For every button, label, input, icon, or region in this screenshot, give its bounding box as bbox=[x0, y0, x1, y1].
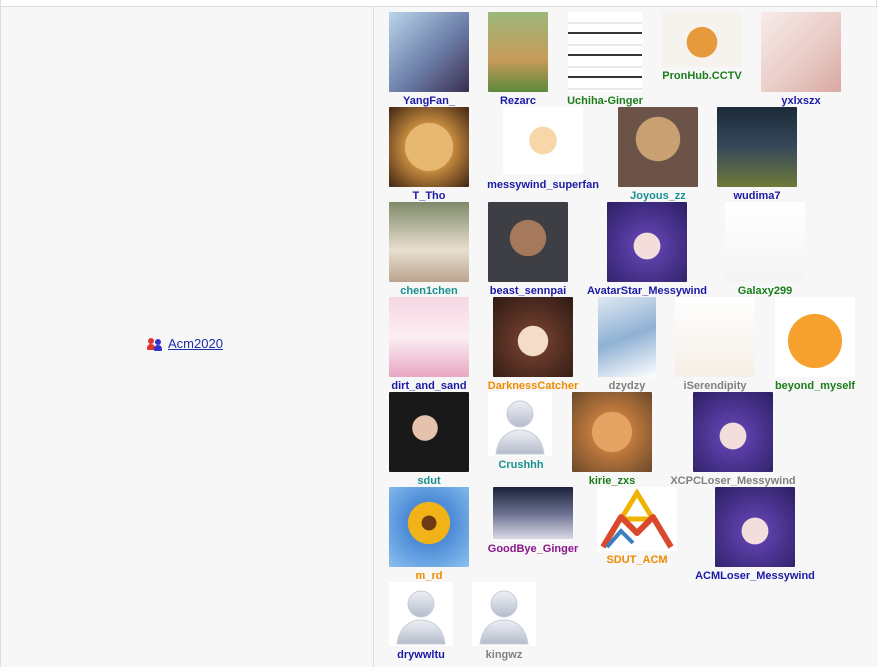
default-user-avatar[interactable] bbox=[472, 582, 536, 646]
member-name-link[interactable]: yxlxszx bbox=[781, 95, 820, 107]
member-name-link[interactable]: SDUT_ACM bbox=[606, 554, 667, 566]
purple-hair-anime-avatar[interactable] bbox=[693, 392, 773, 472]
victini-avatar[interactable] bbox=[503, 107, 583, 174]
member-name-link[interactable]: AvatarStar_Messywind bbox=[587, 285, 707, 297]
member-name-link[interactable]: dzydzy bbox=[609, 380, 646, 392]
member-name-link[interactable]: Galaxy299 bbox=[738, 285, 792, 297]
member-name-link[interactable]: drywwltu bbox=[397, 649, 445, 661]
member-name-link[interactable]: YangFan_ bbox=[403, 95, 455, 107]
member-name-link[interactable]: beast_sennpai bbox=[490, 285, 566, 297]
white-hair-anime-avatar[interactable] bbox=[389, 297, 469, 377]
purple-hair-anime-avatar[interactable] bbox=[607, 202, 687, 282]
member-name-link[interactable]: ACMLoser_Messywind bbox=[695, 570, 815, 582]
orange-cat-avatar[interactable] bbox=[662, 12, 742, 67]
girl-photo-avatar[interactable] bbox=[389, 202, 469, 282]
member-name-link[interactable]: wudima7 bbox=[733, 190, 780, 202]
bear-hat-cat-avatar[interactable] bbox=[618, 107, 698, 187]
member-name-link[interactable]: Uchiha-Ginger bbox=[567, 95, 643, 107]
member-name-link[interactable]: T_Tho bbox=[413, 190, 446, 202]
member-name-link[interactable]: messywind_superfan bbox=[487, 179, 599, 191]
doge-avatar[interactable] bbox=[775, 297, 855, 377]
screenshot-collage-avatar[interactable] bbox=[568, 12, 642, 92]
member-name-link[interactable]: Crushhh bbox=[498, 459, 543, 471]
member-name-link[interactable]: iSerendipity bbox=[684, 380, 747, 392]
member-name-link[interactable]: sdut bbox=[417, 475, 440, 487]
sdut-acm-logo[interactable] bbox=[597, 487, 677, 551]
member-name-link[interactable]: dirt_and_sand bbox=[391, 380, 466, 392]
line-art-avatar[interactable] bbox=[675, 297, 755, 377]
member-name-link[interactable]: beyond_myself bbox=[775, 380, 855, 392]
calligraphy-avatar[interactable] bbox=[725, 202, 805, 282]
man-photo-avatar[interactable] bbox=[488, 202, 568, 282]
woman-photo-avatar[interactable] bbox=[389, 392, 469, 472]
member-name-link[interactable]: kingwz bbox=[486, 649, 523, 661]
member-name-link[interactable]: Rezarc bbox=[500, 95, 536, 107]
member-name-link[interactable]: chen1chen bbox=[400, 285, 457, 297]
anime-swordsman-avatar[interactable] bbox=[717, 107, 797, 187]
team-people-icon bbox=[147, 337, 163, 351]
member-name-link[interactable]: XCPCLoser_Messywind bbox=[670, 475, 795, 487]
anime-sketch-avatar[interactable] bbox=[598, 297, 656, 377]
member-name-link[interactable]: m_rd bbox=[416, 570, 443, 582]
member-name-link[interactable]: Joyous_zz bbox=[630, 190, 686, 202]
brown-hair-anime-avatar[interactable] bbox=[493, 297, 573, 377]
purple-hair-anime-avatar[interactable] bbox=[715, 487, 795, 567]
member-name-link[interactable]: DarknessCatcher bbox=[488, 380, 579, 392]
default-user-avatar[interactable] bbox=[389, 582, 453, 646]
sketch-boy-avatar[interactable] bbox=[761, 12, 841, 92]
anime-boy-avatar[interactable] bbox=[389, 12, 469, 92]
team-name-link[interactable]: Acm2020 bbox=[168, 336, 223, 351]
member-name-link[interactable]: GoodBye_Ginger bbox=[488, 543, 578, 555]
puppy-avatar[interactable] bbox=[389, 107, 469, 187]
silver-hair-anime-avatar[interactable] bbox=[493, 487, 573, 539]
team-cell: Acm2020 bbox=[1, 7, 374, 667]
shiba-avatar[interactable] bbox=[572, 392, 652, 472]
team-link-group[interactable]: Acm2020 bbox=[147, 336, 223, 351]
member-name-link[interactable]: PronHub.CCTV bbox=[662, 70, 741, 82]
lion-dog-avatar[interactable] bbox=[488, 12, 548, 92]
member-name-link[interactable]: kirie_zxs bbox=[589, 475, 635, 487]
sunflower-avatar[interactable] bbox=[389, 487, 469, 567]
default-user-avatar[interactable] bbox=[488, 392, 552, 456]
